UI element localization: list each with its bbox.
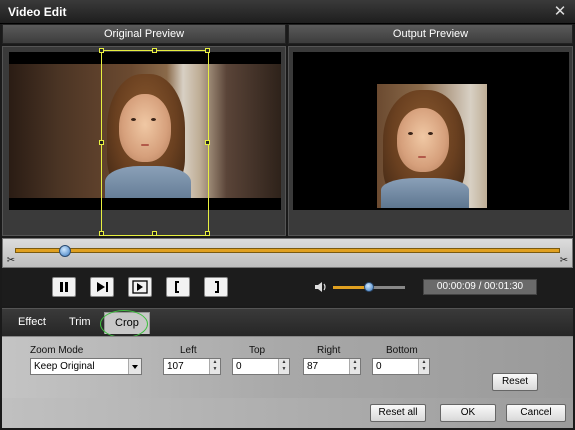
spin-down-icon[interactable]: ▼ (351, 366, 359, 373)
bottom-stepper[interactable]: 0 ▲ ▼ (372, 358, 430, 375)
tab-crop[interactable]: Crop (104, 312, 150, 334)
crop-handle[interactable] (152, 48, 157, 53)
spin-down-icon[interactable]: ▼ (420, 366, 428, 373)
mark-out-button[interactable] (204, 277, 228, 297)
trim-end-marker-icon[interactable]: ✂ (558, 255, 570, 267)
crop-handle[interactable] (152, 231, 157, 236)
frame-forward-button[interactable] (128, 277, 152, 297)
crop-settings-panel: Zoom Mode Keep Original Left 107 ▲ ▼ Top … (2, 336, 573, 398)
crop-handle[interactable] (205, 48, 210, 53)
output-preview-header: Output Preview (288, 24, 573, 44)
left-value: 107 (167, 361, 184, 372)
output-preview-panel (288, 46, 573, 236)
spin-up-icon[interactable]: ▲ (420, 359, 428, 366)
bottom-value: 0 (376, 361, 382, 372)
spin-up-icon[interactable]: ▲ (211, 359, 219, 366)
step-forward-button[interactable] (90, 277, 114, 297)
mark-in-icon (175, 281, 179, 293)
timeline-bar[interactable]: ✂ ✂ (2, 238, 573, 268)
top-label: Top (249, 345, 266, 356)
pause-button[interactable] (52, 277, 76, 297)
left-label: Left (180, 345, 197, 356)
original-video-frame (9, 48, 281, 236)
top-value: 0 (236, 361, 242, 372)
crop-handle[interactable] (99, 48, 104, 53)
title-bar: Video Edit ✕ (0, 0, 575, 24)
time-display: 00:00:09 / 00:01:30 (423, 279, 537, 295)
crop-frame[interactable] (99, 48, 210, 236)
crop-handle[interactable] (99, 140, 104, 145)
volume-slider[interactable] (333, 282, 405, 292)
mark-out-icon (215, 281, 219, 293)
window-title: Video Edit (8, 5, 67, 19)
edit-tab-bar: Effect Trim Crop (2, 308, 573, 336)
frame-forward-icon (132, 280, 148, 294)
output-video-frame (293, 52, 569, 210)
spin-down-icon[interactable]: ▼ (211, 366, 219, 373)
volume-knob[interactable] (364, 282, 374, 292)
zoom-mode-value: Keep Original (34, 361, 95, 372)
playback-controls: 00:00:09 / 00:01:30 (2, 268, 573, 306)
reset-all-button[interactable]: Reset all (370, 404, 426, 422)
timeline-track[interactable] (15, 245, 560, 257)
right-stepper[interactable]: 87 ▲ ▼ (303, 358, 361, 375)
dialog-footer: Reset all OK Cancel (2, 398, 573, 428)
spin-down-icon[interactable]: ▼ (280, 366, 288, 373)
trim-start-marker-icon[interactable]: ✂ (5, 255, 17, 267)
zoom-mode-select[interactable]: Keep Original (30, 358, 142, 375)
output-video-image (377, 84, 487, 208)
timeline-playhead[interactable] (58, 245, 71, 257)
crop-handle[interactable] (205, 140, 210, 145)
tab-effect[interactable]: Effect (18, 316, 46, 328)
pause-icon (60, 282, 68, 292)
left-stepper[interactable]: 107 ▲ ▼ (163, 358, 221, 375)
top-stepper[interactable]: 0 ▲ ▼ (232, 358, 290, 375)
bottom-label: Bottom (386, 345, 418, 356)
ok-button[interactable]: OK (440, 404, 496, 422)
crop-handle[interactable] (205, 231, 210, 236)
tab-trim[interactable]: Trim (69, 316, 91, 328)
volume-icon[interactable] (314, 280, 328, 294)
original-preview-panel (2, 46, 286, 236)
spin-up-icon[interactable]: ▲ (280, 359, 288, 366)
original-preview-header: Original Preview (2, 24, 286, 44)
chevron-down-icon[interactable] (128, 359, 141, 374)
right-value: 87 (307, 361, 319, 372)
crop-handle[interactable] (99, 231, 104, 236)
zoom-mode-label: Zoom Mode (30, 345, 84, 356)
step-forward-icon (97, 282, 108, 292)
reset-button[interactable]: Reset (492, 373, 538, 391)
spin-up-icon[interactable]: ▲ (351, 359, 359, 366)
right-label: Right (317, 345, 341, 356)
cancel-button[interactable]: Cancel (506, 404, 566, 422)
mark-in-button[interactable] (166, 277, 190, 297)
close-icon[interactable]: ✕ (551, 3, 569, 21)
